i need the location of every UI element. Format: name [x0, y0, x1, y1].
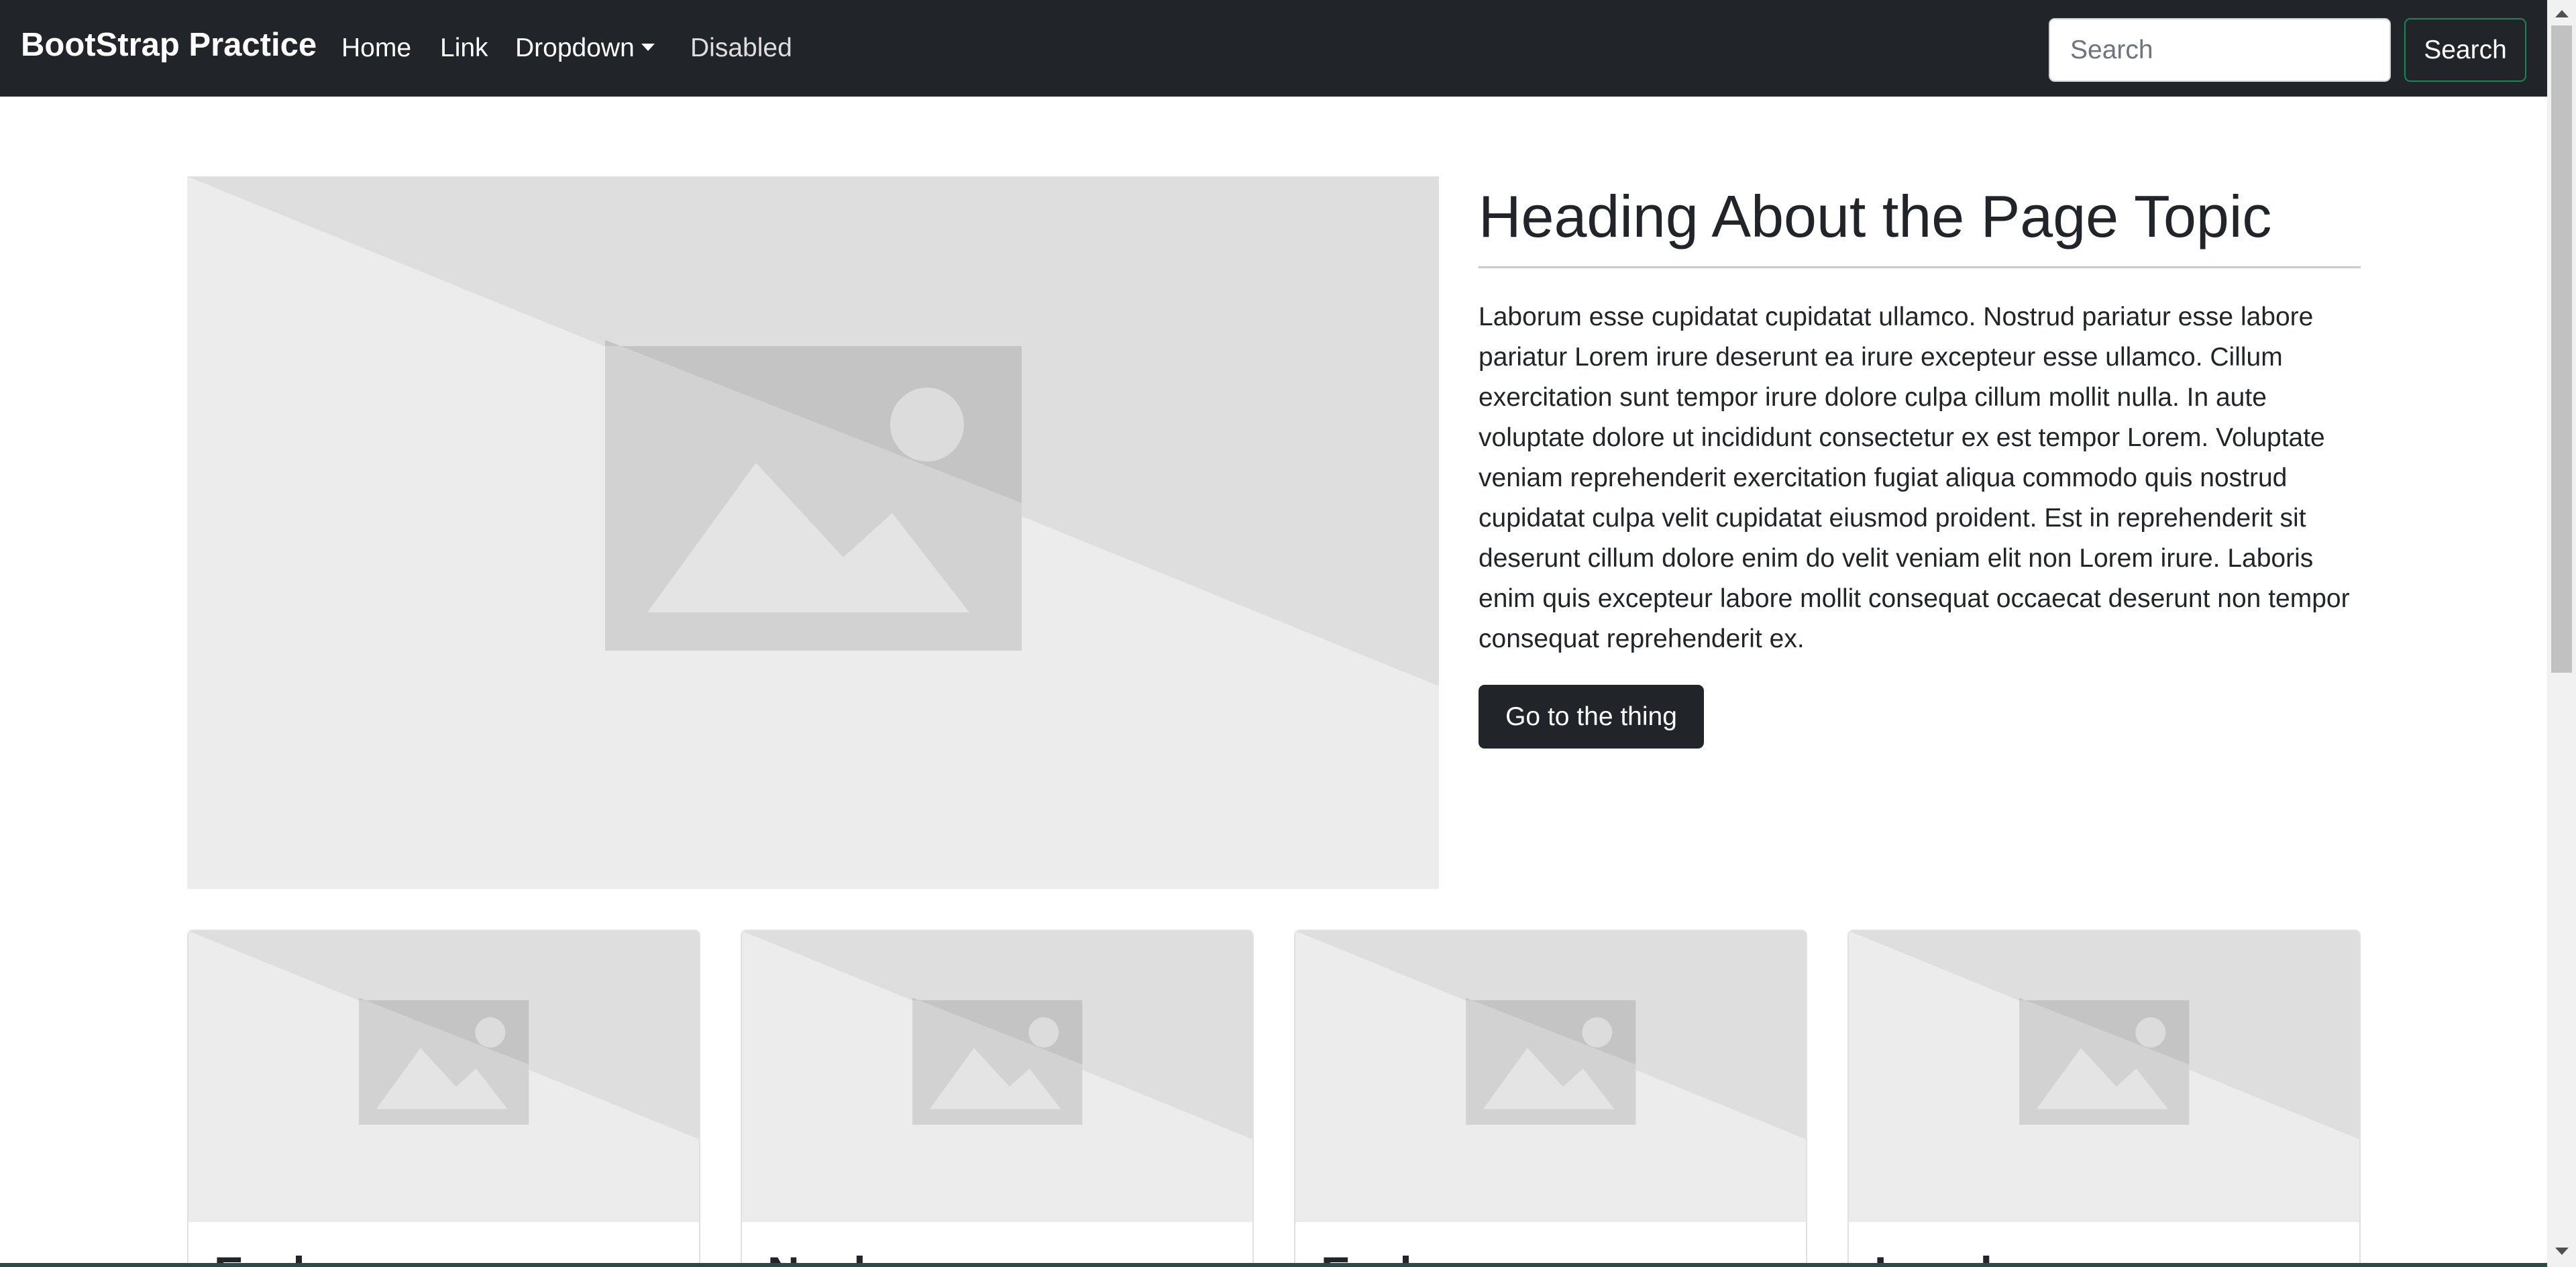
- hero-paragraph: Laborum esse cupidatat cupidatat ullamco…: [1479, 302, 2350, 653]
- search-button[interactable]: Search: [2404, 18, 2526, 82]
- card: Nonlog: [741, 930, 1254, 1267]
- search-input[interactable]: [2049, 18, 2391, 82]
- card-image-placeholder-icon: [1295, 931, 1806, 1222]
- navbar: BootStrap Practice Home Link Dropdown Di…: [0, 0, 2547, 97]
- scrollbar-thumb[interactable]: [2551, 25, 2572, 673]
- window-bottom-border: [0, 1263, 2547, 1267]
- scroll-up-arrow-icon[interactable]: [2555, 10, 2569, 17]
- nav-dropdown-label: Dropdown: [515, 34, 635, 62]
- page-heading: Heading About the Page Topic: [1479, 183, 2272, 250]
- go-to-the-thing-button[interactable]: Go to the thing: [1479, 685, 1704, 749]
- navbar-brand[interactable]: BootStrap Practice: [21, 29, 317, 62]
- card-image-placeholder-icon: [189, 931, 699, 1222]
- caret-down-icon: [641, 44, 655, 51]
- nav-link-home[interactable]: Home: [341, 35, 411, 61]
- card-image-placeholder-icon: [1849, 931, 2359, 1222]
- card-image-placeholder-icon: [742, 931, 1252, 1222]
- nav-link-link[interactable]: Link: [440, 35, 488, 61]
- hero-image-placeholder-icon: [187, 176, 1439, 889]
- scroll-down-arrow-icon[interactable]: [2555, 1248, 2569, 1255]
- card: Esslog: [1294, 930, 1807, 1267]
- vertical-scrollbar[interactable]: [2547, 0, 2576, 1267]
- nav-dropdown-toggle[interactable]: Dropdown: [515, 35, 655, 61]
- heading-divider: [1479, 266, 2361, 268]
- nav-link-disabled: Disabled: [690, 34, 792, 62]
- card: Esslog: [187, 930, 700, 1267]
- card: Logslog: [1847, 930, 2361, 1267]
